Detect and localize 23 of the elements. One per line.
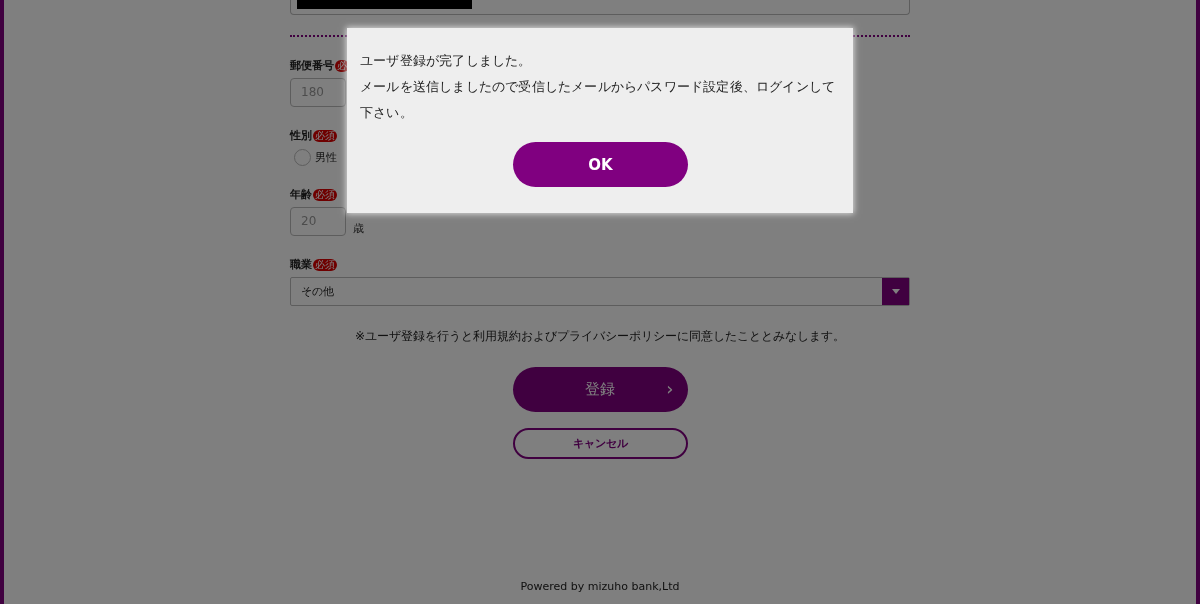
register-button[interactable]: 登録 › [512, 367, 688, 412]
field-label: 職業 [290, 258, 312, 272]
dropdown-button[interactable] [882, 278, 909, 305]
field-label: 郵便番号 [290, 59, 334, 73]
caret-icon [891, 289, 900, 294]
radio-label: 男性 [315, 150, 337, 165]
chevron-icon: › [666, 378, 674, 399]
field-label: 性別 [290, 129, 312, 143]
consent-notice: ※ユーザ登録を行うと利用規約およびプライバシーポリシーに同意したこととみなします。 [353, 328, 847, 345]
required-badge: 必須 [313, 130, 337, 142]
radio-button[interactable] [294, 149, 311, 166]
input-field[interactable] [290, 0, 910, 15]
select-value: その他 [300, 284, 334, 299]
select-field[interactable]: その他 [290, 277, 910, 306]
footer-text: Powered by mizuho bank,Ltd [520, 580, 680, 593]
dialog-message: ユーザ登録が完了しました。 [360, 52, 533, 70]
ok-button[interactable]: OK [513, 142, 688, 187]
required-badge: 必須 [313, 189, 337, 201]
field-label: 年齢 [290, 188, 312, 202]
required-badge: 必須 [313, 259, 337, 271]
cancel-button[interactable]: キャンセル [512, 428, 688, 459]
unit-label: 歳 [353, 221, 364, 236]
dialog-message: メールを送信しましたので受信したメールからパスワード設定後、ログインして下さい。 [360, 78, 837, 122]
